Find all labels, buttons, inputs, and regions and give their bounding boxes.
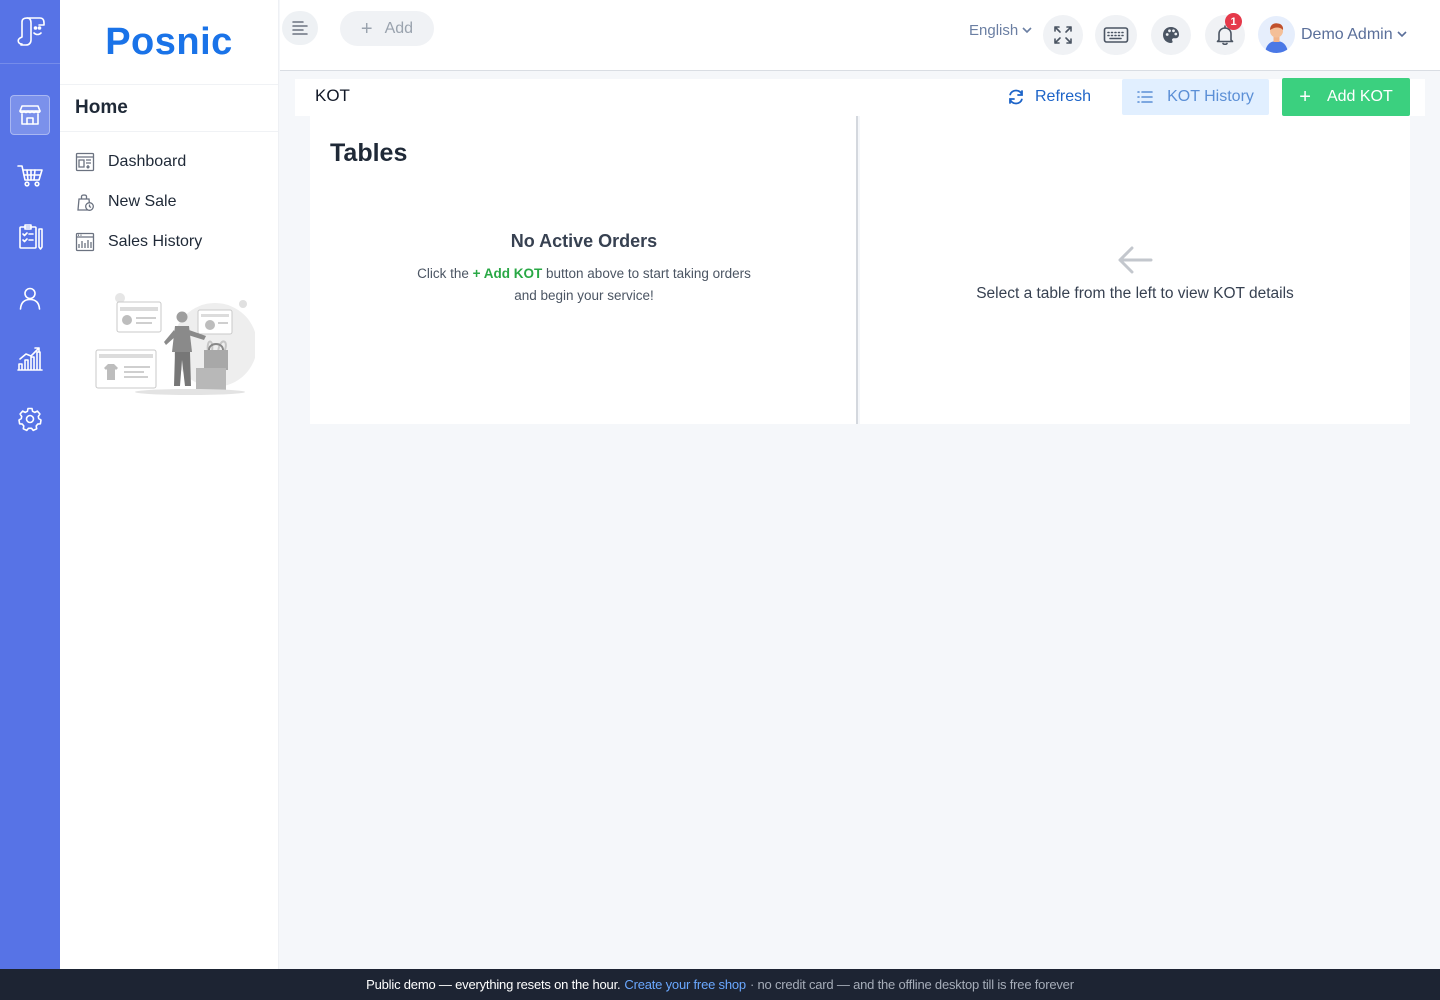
footer-note: · no credit card — and the offline deskt… [749,977,1074,992]
fullscreen-button[interactable] [1043,15,1083,55]
plus-icon: + [360,17,373,40]
sidebar-item-sales-history[interactable]: Sales History [60,222,278,262]
create-shop-link[interactable]: Create your free shop [624,977,746,992]
menu-icon [292,21,308,35]
top-header: + Add English 1 Demo Admin [280,0,1440,71]
plus-icon: + [1299,86,1311,108]
quick-add-button[interactable]: + Add [340,11,434,46]
sidebar-heading: Home [60,84,278,132]
user-name: Demo Admin [1301,25,1393,43]
demo-footer-banner: Public demo — everything resets on the h… [0,969,1440,1000]
quick-add-label: Add [384,19,414,37]
kot-details-placeholder: Select a table from the left to view KOT… [976,285,1294,302]
shop-illustration [90,290,257,405]
add-kot-label: Add KOT [1326,88,1393,105]
notifications-button[interactable]: 1 [1205,13,1245,55]
list-icon [1137,91,1153,103]
dashboard-icon [75,152,95,172]
sales-history-icon [75,232,95,252]
empty-state-text: Click the + Add KOT button above to star… [310,266,858,281]
language-selector[interactable]: English [969,22,1032,39]
empty-state-title: No Active Orders [510,231,658,251]
menu-toggle-button[interactable] [282,11,318,45]
palette-icon [1163,27,1179,43]
sidebar-menu: Dashboard New Sale Sales History [60,132,278,262]
footer-notice: Public demo — everything resets on the h… [366,977,621,992]
add-kot-link: + Add KOT [472,266,543,281]
notification-badge: 1 [1225,13,1242,30]
kot-history-label: KOT History [1167,88,1254,105]
refresh-button[interactable]: Refresh [1007,79,1091,115]
keyboard-shortcuts-button[interactable] [1095,15,1137,55]
tables-title: Tables [330,139,408,167]
sidebar-item-label: New Sale [108,193,177,210]
settings-icon[interactable] [10,399,50,439]
user-icon[interactable] [10,278,50,318]
sidebar-item-label: Sales History [108,233,203,250]
add-kot-button[interactable]: + Add KOT [1282,78,1410,116]
arrow-left-icon [1118,246,1153,274]
kot-details-panel: Select a table from the left to view KOT… [860,116,1410,424]
language-label: English [969,22,1019,39]
empty-state-text-line2: and begin your service! [514,288,654,303]
refresh-label: Refresh [1035,88,1092,105]
chevron-down-icon [1022,27,1032,34]
theme-button[interactable] [1151,15,1191,55]
page-title: KOT [315,86,350,105]
chevron-down-icon [1397,31,1407,38]
fullscreen-icon [1054,26,1072,44]
avatar [1258,16,1295,53]
logo-icon[interactable] [0,0,60,64]
chart-icon[interactable] [10,339,50,379]
clipboard-icon[interactable] [10,217,50,257]
keyboard-icon [1103,27,1129,43]
sidebar-item-dashboard[interactable]: Dashboard [60,142,278,182]
refresh-icon [1009,89,1023,105]
sidebar-item-label: Dashboard [108,153,187,170]
kot-history-button[interactable]: KOT History [1122,79,1269,115]
store-icon[interactable] [10,95,50,135]
new-sale-icon [75,192,95,212]
user-menu[interactable]: Demo Admin [1258,16,1407,53]
sidebar-item-new-sale[interactable]: New Sale [60,182,278,222]
page-header: KOT Refresh KOT History + Add KOT [295,78,1425,116]
empty-state-prefix: Click the [417,266,473,281]
empty-state-suffix: button above to start taking orders [542,266,751,281]
cart-icon[interactable] [10,156,50,196]
brand-logo[interactable]: Posnic [60,0,278,84]
secondary-sidebar: Posnic Home Dashboard New Sale Sales His… [60,0,279,969]
icon-rail [0,0,60,969]
tables-panel: Tables No Active Orders Click the + Add … [310,116,858,424]
